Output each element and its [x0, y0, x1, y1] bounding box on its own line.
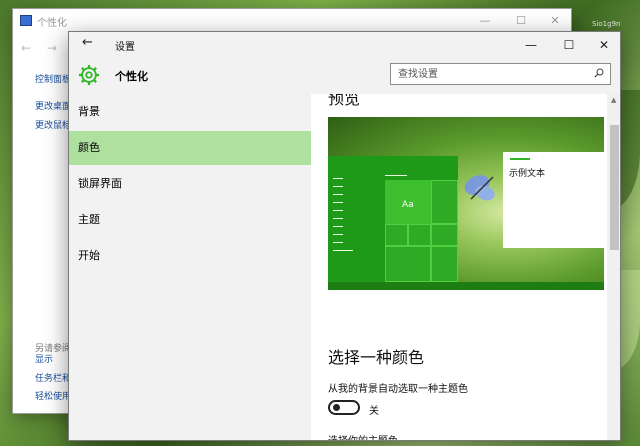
list-line [333, 250, 353, 251]
section-title: 选择一种颜色 [328, 348, 425, 367]
change-desktop-link[interactable]: 更改桌面 [35, 99, 71, 112]
preview-tile [385, 224, 408, 246]
sample-window: 示例文本 [503, 152, 604, 248]
list-line [333, 186, 343, 187]
sample-text: 示例文本 [509, 169, 546, 179]
settings-titlebar: ← 设置 — ☐ ✕ [69, 32, 620, 58]
list-line [333, 194, 343, 195]
preview-tile [431, 246, 458, 282]
toggle-state-text: 关 [369, 406, 379, 417]
butterfly-image [464, 175, 495, 201]
baidu-url-watermark: jingyan.baidu.com [510, 419, 584, 428]
minimize-button[interactable]: — [513, 35, 549, 55]
close-button[interactable]: ✕ [535, 13, 575, 29]
list-line [333, 218, 343, 219]
preview-tile [431, 224, 458, 246]
page-title: 个性化 [115, 70, 148, 83]
preview-taskbar [328, 282, 604, 290]
scrollbar-thumb[interactable] [610, 125, 619, 250]
ease-of-access-link[interactable]: 轻松使用 [35, 389, 71, 402]
search-input[interactable] [398, 67, 588, 81]
list-line [333, 210, 343, 211]
back-icon[interactable]: ← [82, 35, 93, 50]
scrollbar[interactable]: ▲ [607, 94, 620, 440]
auto-pick-label: 从我的背景自动选取一种主题色 [328, 384, 468, 395]
gear-icon [78, 64, 100, 86]
list-line [333, 202, 343, 203]
preview-tile-aa: Aa [385, 180, 431, 224]
change-mouse-link[interactable]: 更改鼠标 [35, 118, 71, 131]
tile-label: Aa [402, 200, 414, 210]
control-panel-titlebar: 个性化 — ☐ ✕ [13, 9, 571, 33]
control-panel-icon [20, 15, 32, 26]
sidebar-item-colors[interactable]: 颜色 [69, 131, 311, 165]
display-link[interactable]: 显示 [35, 352, 53, 365]
baidu-watermark: Baidu经验 [496, 391, 569, 407]
settings-header: 个性化 [69, 58, 620, 94]
preview-tile [408, 224, 431, 246]
control-panel-link[interactable]: 控制面板 [35, 72, 71, 85]
color-preview: Aa 示例文本 [328, 117, 604, 290]
toggle-knob [333, 404, 340, 411]
sidebar-item-themes[interactable]: 主题 [69, 203, 311, 237]
minimize-button[interactable]: — [465, 13, 505, 29]
sidebar-item-start[interactable]: 开始 [69, 239, 311, 273]
list-line [333, 242, 343, 243]
list-line [333, 226, 343, 227]
corner-watermark: Sio1g9n [592, 20, 621, 28]
maximize-button[interactable]: ☐ [551, 35, 587, 55]
settings-title: 设置 [115, 42, 135, 53]
control-panel-title: 个性化 [37, 18, 67, 29]
list-line [333, 178, 343, 179]
sample-accent-line [510, 158, 530, 160]
sidebar-item-lockscreen[interactable]: 锁屏界面 [69, 167, 311, 201]
taskbar-link[interactable]: 任务栏和 [35, 371, 71, 384]
settings-sidebar: 背景 颜色 锁屏界面 主题 开始 [69, 94, 311, 440]
scroll-up-icon[interactable]: ▲ [611, 96, 616, 104]
pick-color-label: 选择你的主题色 [328, 432, 398, 440]
preview-tile [385, 246, 431, 282]
settings-window: ← 设置 — ☐ ✕ 个性化 背景 颜色 锁屏界面 主 [68, 31, 621, 441]
preview-tile [431, 180, 458, 224]
close-button[interactable]: ✕ [586, 35, 620, 55]
auto-pick-toggle[interactable] [328, 400, 360, 415]
search-box[interactable] [390, 63, 611, 85]
list-line [385, 175, 407, 176]
search-icon[interactable] [594, 68, 604, 78]
list-line [333, 234, 343, 235]
sidebar-item-background[interactable]: 背景 [69, 95, 311, 129]
preview-heading: 预览 [328, 94, 361, 108]
